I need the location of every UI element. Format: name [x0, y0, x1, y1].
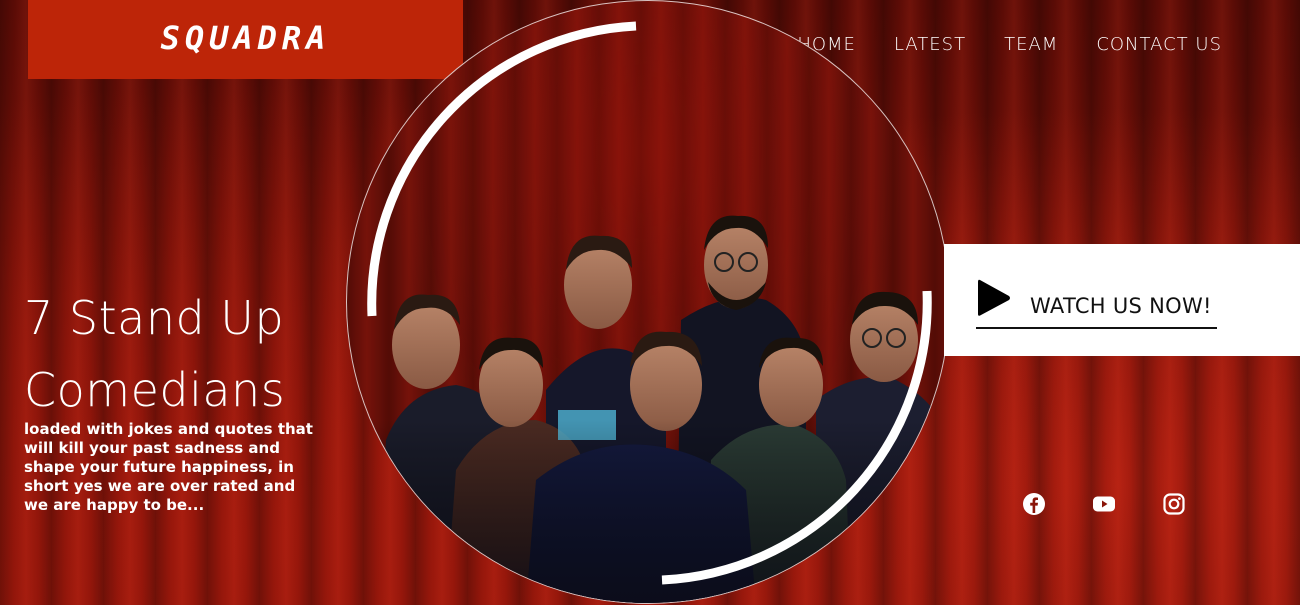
youtube-icon[interactable]	[1092, 492, 1116, 516]
group-photo	[347, 215, 949, 603]
brand-logo: SQUADRA	[160, 18, 331, 57]
social-links	[1022, 492, 1186, 516]
headline-line-1: 7 Stand Up	[24, 291, 285, 345]
watch-us-now-button[interactable]: WATCH US NOW!	[944, 244, 1300, 356]
instagram-icon[interactable]	[1162, 492, 1186, 516]
facebook-icon[interactable]	[1022, 492, 1046, 516]
headline-line-2: Comedians	[24, 363, 286, 417]
cta-underline	[976, 327, 1217, 329]
play-icon	[978, 279, 1010, 316]
watch-us-now-label: WATCH US NOW!	[1030, 294, 1212, 318]
hero-headline: 7 Stand Up Comedians	[24, 282, 344, 426]
hero-tagline: loaded with jokes and quotes that will k…	[24, 420, 313, 514]
nav-team[interactable]: TEAM	[1004, 34, 1058, 55]
nav-contact-us[interactable]: CONTACT US	[1096, 34, 1222, 55]
